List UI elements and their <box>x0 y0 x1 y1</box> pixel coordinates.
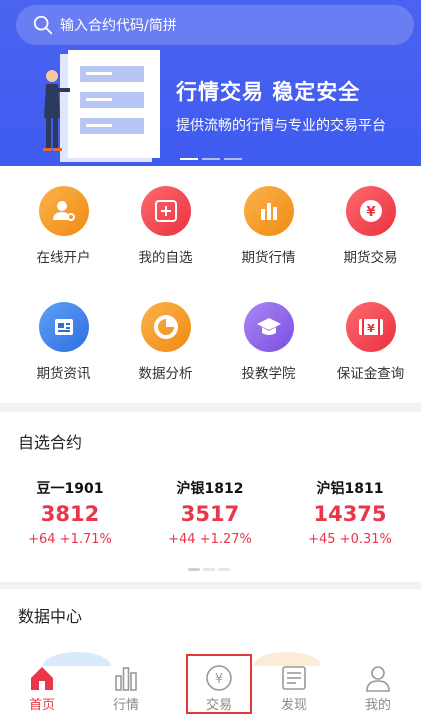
banner-indicator <box>180 158 242 160</box>
quote-change: +45 +0.31% <box>308 532 392 547</box>
quote-name: 沪铝1811 <box>316 481 384 497</box>
news-icon <box>38 302 89 352</box>
grid-label: 期货交易 <box>343 250 398 266</box>
bar-chart-icon <box>243 186 294 236</box>
pie-chart-icon <box>140 302 191 352</box>
chart-bars-icon <box>115 667 137 691</box>
tab-discover[interactable]: 发现 <box>252 654 336 718</box>
grid-label: 保证金查询 <box>336 366 405 382</box>
quote-card[interactable]: 豆一1901 3812 +64 +1.71% <box>0 478 140 547</box>
yuan-circle-icon: ¥ <box>206 665 232 691</box>
quote-change: +44 +1.27% <box>168 532 252 547</box>
tab-trade[interactable]: ¥ 交易 <box>186 654 252 714</box>
quote-change: +64 +1.71% <box>28 532 112 547</box>
app-page: 输入合约代码/简拼 行情交易 稳定安全 提供流畅的行情与专业的交易平台 在线开户… <box>0 0 421 718</box>
quote-price: 14375 <box>313 502 387 526</box>
banner[interactable]: 输入合约代码/简拼 行情交易 稳定安全 提供流畅的行情与专业的交易平台 <box>0 0 421 166</box>
tab-mine[interactable]: 我的 <box>336 654 420 718</box>
svg-text:¥: ¥ <box>215 672 223 687</box>
yuan-ticket-icon: ¥ <box>345 302 396 352</box>
yuan-coin-icon: ¥ <box>345 186 396 236</box>
quote-price: 3812 <box>40 502 100 526</box>
user-key-icon <box>38 186 89 236</box>
tab-label: 我的 <box>364 698 391 713</box>
watchlist-title: 自选合约 <box>18 433 83 452</box>
tab-label: 交易 <box>205 698 232 713</box>
person-icon <box>366 666 390 692</box>
banner-title: 行情交易 稳定安全 <box>176 80 361 104</box>
search-bar[interactable]: 输入合约代码/简拼 <box>16 5 414 45</box>
quote-price: 3517 <box>180 502 240 526</box>
svg-text:¥: ¥ <box>366 205 375 220</box>
grid-item-futures-quotes[interactable]: 期货行情 <box>217 186 320 266</box>
tab-label: 首页 <box>28 698 55 713</box>
grid-label: 我的自选 <box>138 250 193 266</box>
feature-grid: 在线开户 我的自选 期货行情 ¥ 期货交易 期货资讯 数据分析 投教学院 ¥ 保… <box>0 166 421 403</box>
graduation-cap-icon <box>243 302 294 352</box>
tab-label: 发现 <box>280 698 307 713</box>
pager-dot <box>203 568 215 571</box>
banner-subtitle: 提供流畅的行情与专业的交易平台 <box>176 118 386 134</box>
tab-label: 行情 <box>112 698 139 713</box>
banner-illustration <box>43 50 160 162</box>
grid-item-data-analysis[interactable]: 数据分析 <box>114 302 217 382</box>
search-icon <box>33 15 53 35</box>
data-center-title: 数据中心 <box>18 607 83 626</box>
grid-label: 期货行情 <box>241 250 296 266</box>
grid-label: 数据分析 <box>138 366 193 382</box>
tab-quotes[interactable]: 行情 <box>84 654 168 718</box>
watchlist-pager <box>188 568 230 571</box>
banner-dot <box>202 158 220 160</box>
watchlist-section: 自选合约 豆一1901 3812 +64 +1.71% 沪银1812 3517 … <box>0 412 421 582</box>
banner-dot <box>180 158 198 160</box>
grid-item-futures-news[interactable]: 期货资讯 <box>12 302 115 382</box>
pager-dot <box>218 568 230 571</box>
grid-item-futures-trading[interactable]: ¥ 期货交易 <box>319 186 421 266</box>
grid-label: 期货资讯 <box>36 366 91 382</box>
grid-label: 在线开户 <box>36 250 91 266</box>
grid-item-education[interactable]: 投教学院 <box>217 302 320 382</box>
grid-item-my-watchlist[interactable]: 我的自选 <box>114 186 217 266</box>
svg-text:¥: ¥ <box>367 322 375 335</box>
quote-name: 沪银1812 <box>176 481 244 497</box>
grid-item-margin-query[interactable]: ¥ 保证金查询 <box>319 302 421 382</box>
quote-card[interactable]: 沪银1812 3517 +44 +1.27% <box>140 478 280 547</box>
pager-dot <box>188 568 200 571</box>
quote-name: 豆一1901 <box>36 481 104 497</box>
search-placeholder: 输入合约代码/简拼 <box>60 18 177 34</box>
plus-square-icon <box>140 186 191 236</box>
quote-card[interactable]: 沪铝1811 14375 +45 +0.31% <box>280 478 420 547</box>
bottom-tab-bar: 首页 行情 ¥ 交易 发现 我的 <box>0 652 421 718</box>
banner-dot <box>224 158 242 160</box>
newspaper-icon <box>282 666 306 690</box>
tab-home[interactable]: 首页 <box>0 654 84 718</box>
grid-item-open-account[interactable]: 在线开户 <box>12 186 115 266</box>
grid-label: 投教学院 <box>241 366 296 382</box>
home-icon <box>31 667 53 690</box>
